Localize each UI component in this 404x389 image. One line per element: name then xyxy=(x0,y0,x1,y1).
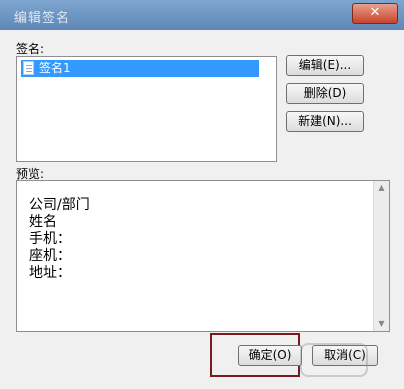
new-button[interactable]: 新建(N)... xyxy=(286,111,364,132)
watermark xyxy=(300,343,368,377)
document-icon xyxy=(23,61,34,75)
signature-list-item[interactable]: 签名1 xyxy=(21,60,259,77)
window-title: 编辑签名 xyxy=(14,11,71,26)
preview-line-phone: 座机： xyxy=(29,248,71,264)
scroll-up-arrow-icon[interactable]: ▲ xyxy=(374,181,389,195)
preview-line-address: 地址： xyxy=(29,265,71,281)
edit-button[interactable]: 编辑(E)... xyxy=(286,55,364,76)
preview-line-mobile: 手机： xyxy=(29,231,71,247)
title-bar[interactable]: 编辑签名 ✕ xyxy=(0,0,404,30)
signature-dialog: 编辑签名 ✕ 签名: 签名1 编辑(E)... 删除(D) 新建(N)... 预… xyxy=(0,0,404,389)
close-button[interactable]: ✕ xyxy=(352,3,398,24)
signature-list[interactable]: 签名1 xyxy=(16,56,277,162)
scroll-down-arrow-icon[interactable]: ▼ xyxy=(374,317,389,331)
preview-box: 公司/部门 姓名 手机： 座机： 地址： ▲ ▼ xyxy=(16,180,390,332)
signatures-label: 签名: xyxy=(16,42,45,56)
signature-item-label: 签名1 xyxy=(39,61,71,75)
preview-line-company: 公司/部门 xyxy=(29,197,90,213)
ok-button[interactable]: 确定(O) xyxy=(238,345,302,366)
preview-text: 公司/部门 姓名 手机： 座机： 地址： xyxy=(29,197,90,282)
delete-button[interactable]: 删除(D) xyxy=(286,83,364,104)
preview-scrollbar[interactable]: ▲ ▼ xyxy=(373,181,389,331)
preview-line-name: 姓名 xyxy=(29,214,57,230)
